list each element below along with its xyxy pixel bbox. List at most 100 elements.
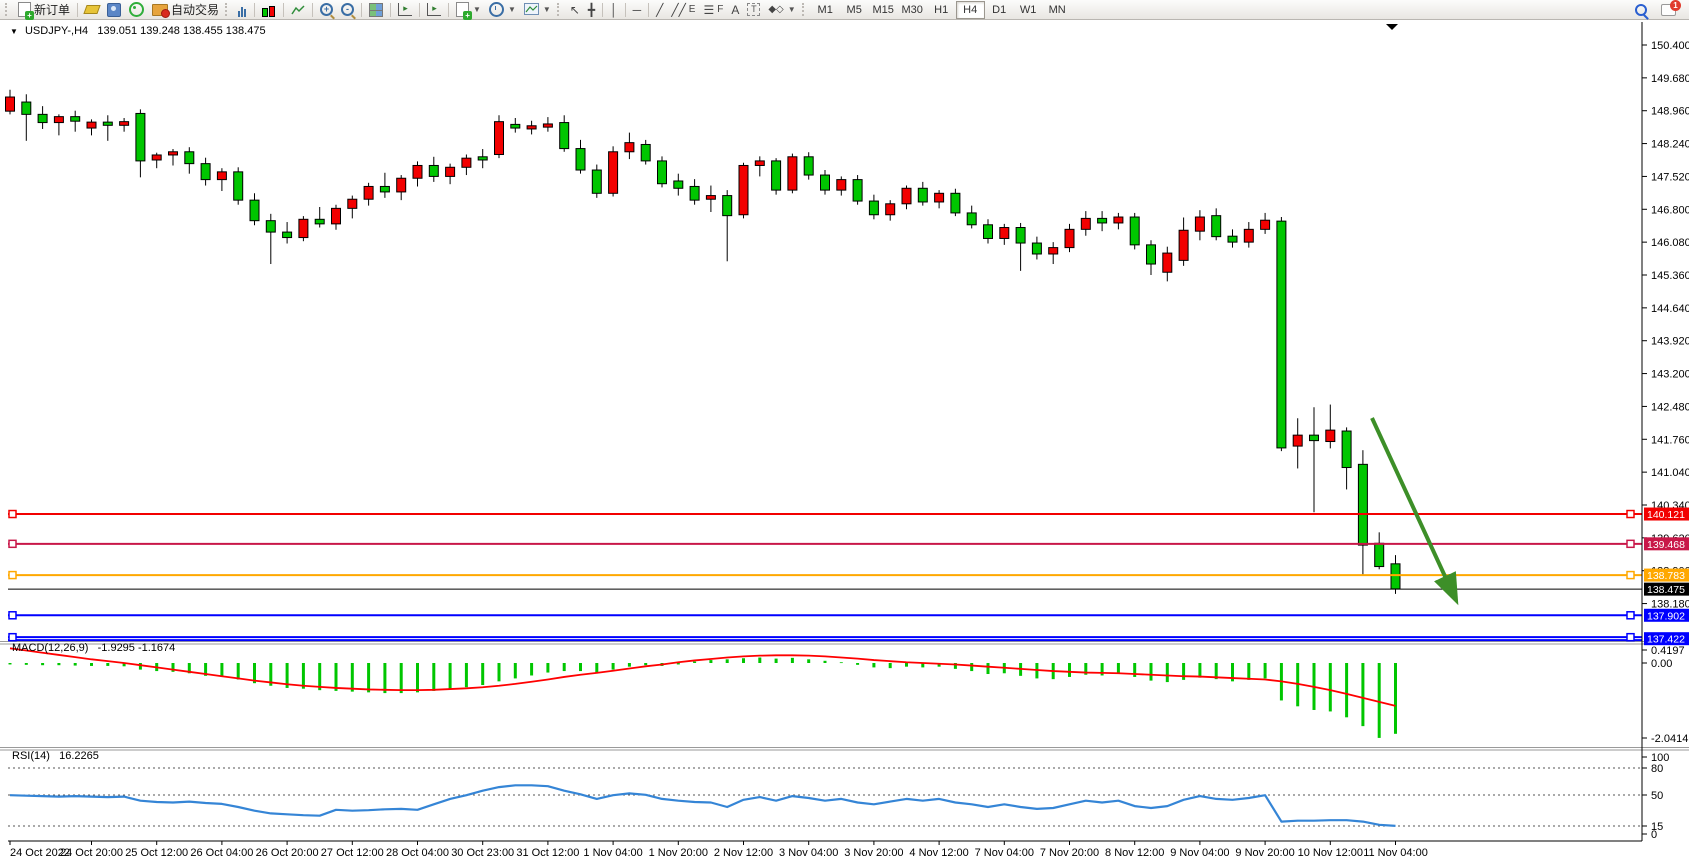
- price-badge-label: 140.121: [1647, 509, 1685, 521]
- candle-body: [413, 165, 422, 178]
- line-drag-handle[interactable]: [1627, 612, 1634, 619]
- data-window-button[interactable]: [125, 0, 148, 20]
- mt4-application: + 新订单 自动交易 + - ▸ ▸ +▼: [0, 0, 1689, 863]
- timeframe-MN[interactable]: MN: [1043, 1, 1072, 19]
- crosshair-button[interactable]: ╋: [584, 0, 599, 20]
- templates-button[interactable]: ▼: [520, 0, 555, 20]
- hline-button[interactable]: ─: [629, 0, 646, 20]
- time-axis-label: 24 Oct 20:00: [60, 847, 123, 859]
- text-icon: A: [731, 4, 739, 16]
- timeframe-M1[interactable]: M1: [811, 1, 840, 19]
- trendline-button[interactable]: ╱: [652, 0, 667, 20]
- candlestick-button[interactable]: [258, 0, 280, 20]
- timeframe-W1[interactable]: W1: [1014, 1, 1043, 19]
- label-icon: T: [747, 3, 760, 16]
- timeframe-M5[interactable]: M5: [840, 1, 869, 19]
- tile-windows-button[interactable]: [365, 0, 387, 20]
- price-axis-label: 148.240: [1651, 139, 1689, 151]
- auto-trading-button[interactable]: 自动交易: [148, 0, 223, 20]
- timeframe-D1[interactable]: D1: [985, 1, 1014, 19]
- candle-body: [690, 186, 699, 200]
- candle-body: [1016, 228, 1025, 244]
- macd-axis-label: 0.00: [1651, 658, 1672, 670]
- macd-histogram-bar: [90, 663, 93, 666]
- candle-body: [511, 124, 520, 128]
- macd-histogram-bar: [25, 663, 28, 665]
- indicators-button[interactable]: +▼: [452, 0, 485, 20]
- ohlc-values: 139.051 139.248 138.455 138.475: [97, 25, 265, 37]
- periods-button[interactable]: ▼: [485, 0, 520, 20]
- auto-scroll-button[interactable]: ▸: [394, 0, 416, 20]
- new-order-icon: +: [18, 2, 31, 17]
- timeframe-H1[interactable]: H1: [927, 1, 956, 19]
- timeframe-M30[interactable]: M30: [898, 1, 927, 19]
- timeframe-M15[interactable]: M15: [869, 1, 898, 19]
- time-axis-label: 8 Nov 12:00: [1105, 847, 1164, 859]
- text-button[interactable]: A: [727, 0, 743, 20]
- price-axis-label: 147.520: [1651, 171, 1689, 183]
- candle-body: [1179, 230, 1188, 260]
- candle-body: [6, 97, 15, 111]
- price-axis-label: 141.040: [1651, 467, 1689, 479]
- arrows-button[interactable]: ◆◇▼: [764, 0, 799, 20]
- macd-histogram-bar: [1361, 663, 1364, 726]
- candle-body: [576, 149, 585, 170]
- candle-body: [527, 126, 536, 129]
- line-drag-handle[interactable]: [9, 572, 16, 579]
- macd-histogram-bar: [351, 663, 354, 692]
- candlestick-icon: [262, 3, 276, 17]
- macd-histogram-bar: [465, 663, 468, 687]
- zoom-out-button[interactable]: -: [337, 0, 358, 20]
- time-axis-label: 7 Nov 20:00: [1040, 847, 1099, 859]
- macd-indicator-label: MACD(12,26,9) -1.9295 -1.1674: [12, 642, 175, 654]
- new-order-button[interactable]: + 新订单: [14, 0, 74, 20]
- fibonacci-button[interactable]: ☰F: [699, 0, 727, 20]
- chart-canvas[interactable]: 150.400149.680148.960148.240147.520146.8…: [0, 20, 1689, 863]
- line-chart-button[interactable]: [287, 0, 309, 20]
- line-drag-handle[interactable]: [1627, 511, 1634, 518]
- candle-body: [641, 144, 650, 160]
- time-axis-label: 31 Oct 12:00: [516, 847, 579, 859]
- price-axis-label: 149.680: [1651, 73, 1689, 85]
- candle-body: [120, 122, 129, 126]
- line-chart-icon: [291, 4, 305, 16]
- channel-button[interactable]: ╱╱E: [667, 0, 699, 20]
- candle-body: [1081, 218, 1090, 229]
- candle-body: [364, 186, 373, 199]
- timeframe-toolbar: M1M5M15M30H1H4D1W1MN: [811, 1, 1072, 19]
- line-drag-handle[interactable]: [9, 540, 16, 547]
- vline-button[interactable]: │: [606, 0, 622, 20]
- line-drag-handle[interactable]: [1627, 572, 1634, 579]
- line-drag-handle[interactable]: [1627, 540, 1634, 547]
- macd-histogram-bar: [693, 662, 696, 663]
- chart-shift-button[interactable]: ▸: [423, 0, 445, 20]
- toolbar-separator: [390, 3, 391, 17]
- line-drag-handle[interactable]: [1627, 634, 1634, 641]
- macd-histogram-bar: [1264, 663, 1267, 678]
- styler-button[interactable]: [81, 0, 103, 20]
- notifications-button[interactable]: 1: [1657, 0, 1680, 20]
- toolbar-separator: [419, 3, 420, 17]
- label-button[interactable]: T: [743, 0, 764, 20]
- candle-body: [1375, 543, 1384, 566]
- macd-histogram-bar: [742, 658, 745, 663]
- toolbar-grip: [802, 3, 807, 16]
- timeframe-H4[interactable]: H4: [956, 1, 985, 19]
- candle-body: [185, 152, 194, 164]
- time-axis-label: 7 Nov 04:00: [975, 847, 1034, 859]
- profile-button[interactable]: [103, 0, 125, 20]
- line-drag-handle[interactable]: [9, 511, 16, 518]
- macd-histogram-bar: [1068, 663, 1071, 677]
- line-drag-handle[interactable]: [9, 612, 16, 619]
- zoom-in-button[interactable]: +: [316, 0, 337, 20]
- cursor-button[interactable]: ↖: [566, 0, 584, 20]
- search-button[interactable]: [1631, 0, 1651, 20]
- collapse-triangle-icon[interactable]: ▼: [10, 27, 18, 36]
- candle-body: [1293, 435, 1302, 446]
- candle-body: [935, 193, 944, 202]
- macd-axis-label: 0.4197: [1651, 645, 1685, 657]
- rsi-axis-label: 50: [1651, 790, 1663, 802]
- bar-chart-button[interactable]: [234, 0, 251, 20]
- line-drag-handle[interactable]: [9, 634, 16, 641]
- clock-icon: [489, 2, 504, 17]
